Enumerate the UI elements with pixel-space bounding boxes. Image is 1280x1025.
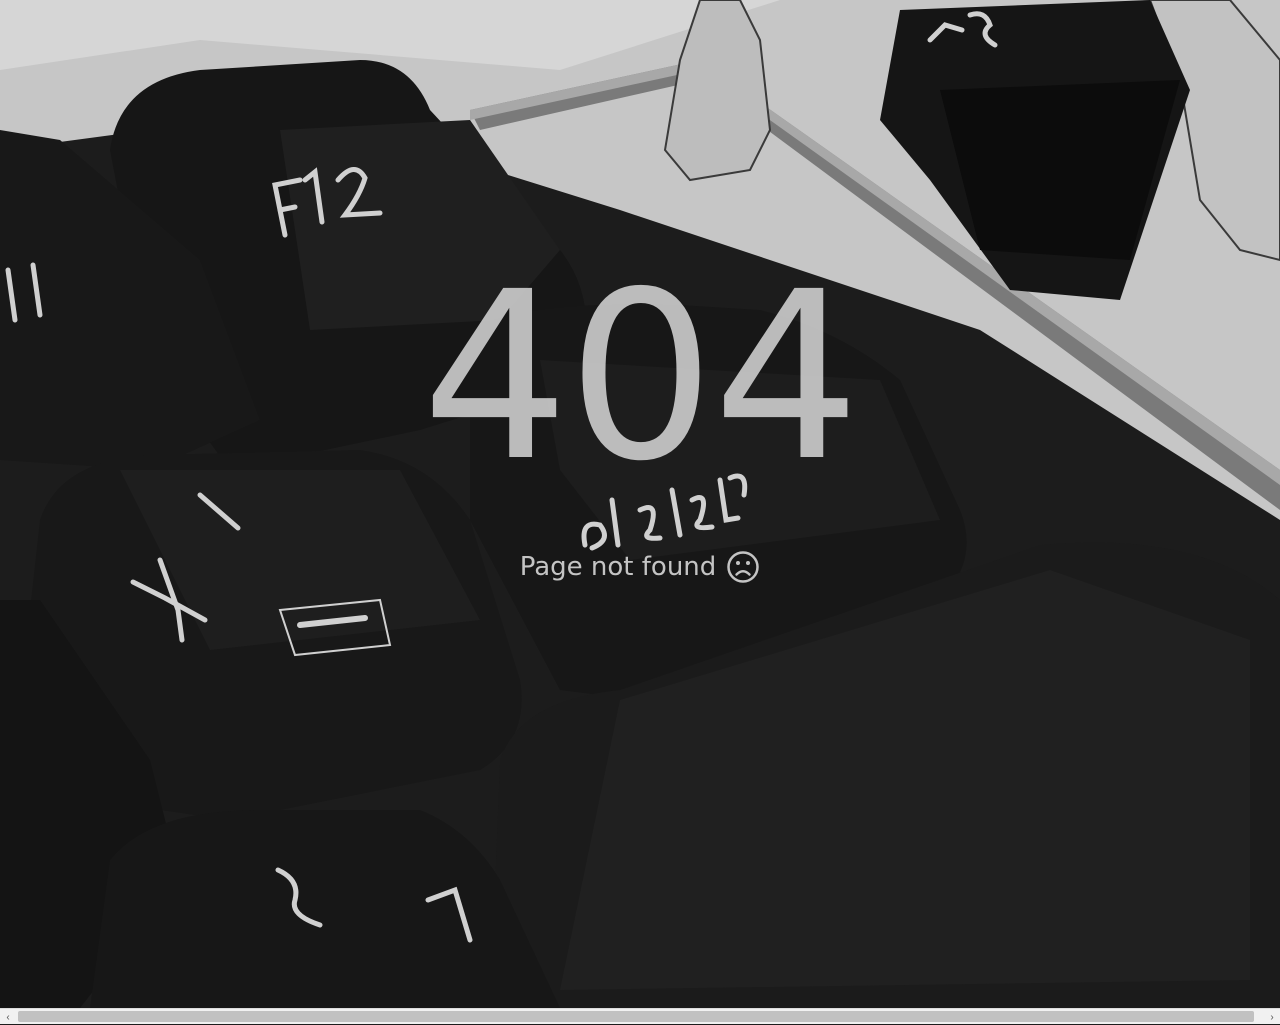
scrollbar-thumb[interactable] xyxy=(18,1011,1254,1022)
error-message-row: Page not found xyxy=(520,550,761,584)
frown-icon xyxy=(726,550,760,584)
scroll-left-arrow[interactable]: ‹ xyxy=(0,1009,16,1025)
error-message: Page not found xyxy=(519,552,717,582)
error-code: 404 xyxy=(421,242,861,512)
horizontal-scrollbar[interactable]: ‹ › xyxy=(0,1008,1280,1024)
error-container: 404 Page not found xyxy=(0,242,1280,584)
scroll-right-arrow[interactable]: › xyxy=(1264,1009,1280,1025)
